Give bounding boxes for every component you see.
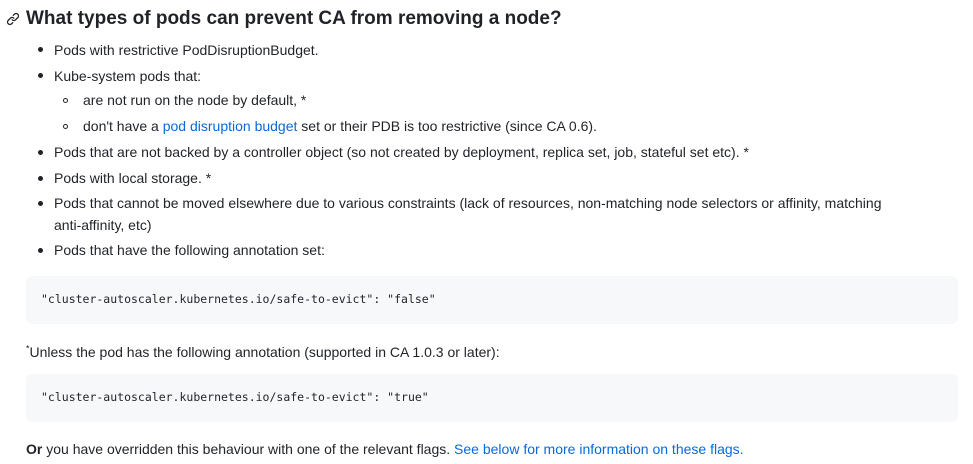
nested-list-item: don't have a pod disruption budget set o… — [83, 116, 597, 136]
footnote-paragraph: *Unless the pod has the following annota… — [26, 342, 500, 362]
list-item: Kube-system pods that: — [54, 68, 202, 84]
circle-bullet-icon — [63, 124, 68, 129]
code-text: "cluster-autoscaler.kubernetes.io/safe-t… — [41, 390, 429, 404]
nested-list-item: are not run on the node by default, * — [83, 92, 307, 108]
bullet-icon — [38, 73, 43, 78]
nested-list-item-text: don't have a — [83, 118, 163, 134]
code-text: "cluster-autoscaler.kubernetes.io/safe-t… — [41, 292, 436, 306]
bullet-icon — [38, 201, 43, 206]
footnote-text: Unless the pod has the following annotat… — [29, 344, 500, 360]
section-heading-text: What types of pods can prevent CA from r… — [26, 8, 562, 29]
bullet-icon — [38, 150, 43, 155]
nested-list-item-text: set or their PDB is too restrictive (sin… — [297, 118, 597, 134]
footer-paragraph: Or you have overridden this behaviour wi… — [26, 439, 744, 459]
bullet-icon — [38, 47, 43, 52]
code-block: "cluster-autoscaler.kubernetes.io/safe-t… — [26, 374, 958, 422]
list-item: Pods that are not backed by a controller… — [54, 144, 749, 160]
circle-bullet-icon — [63, 98, 68, 103]
link-icon[interactable] — [6, 11, 22, 27]
code-block: "cluster-autoscaler.kubernetes.io/safe-t… — [26, 276, 958, 324]
section-heading: What types of pods can prevent CA from r… — [6, 6, 562, 32]
footer-bold-text: Or — [26, 441, 43, 457]
list-item: Pods that cannot be moved elsewhere due … — [54, 195, 882, 211]
pod-disruption-budget-link[interactable]: pod disruption budget — [163, 118, 298, 134]
list-item-continuation: anti-affinity, etc) — [54, 217, 152, 233]
footer-text: you have overridden this behaviour with … — [42, 441, 455, 457]
flags-info-link[interactable]: See below for more information on these … — [454, 441, 744, 457]
faq-section: What types of pods can prevent CA from r… — [0, 0, 973, 464]
bullet-icon — [38, 248, 43, 253]
bullet-icon — [38, 176, 43, 181]
list-item: Pods that have the following annotation … — [54, 242, 325, 258]
list-item: Pods with restrictive PodDisruptionBudge… — [54, 42, 319, 58]
list-item: Pods with local storage. * — [54, 170, 212, 186]
